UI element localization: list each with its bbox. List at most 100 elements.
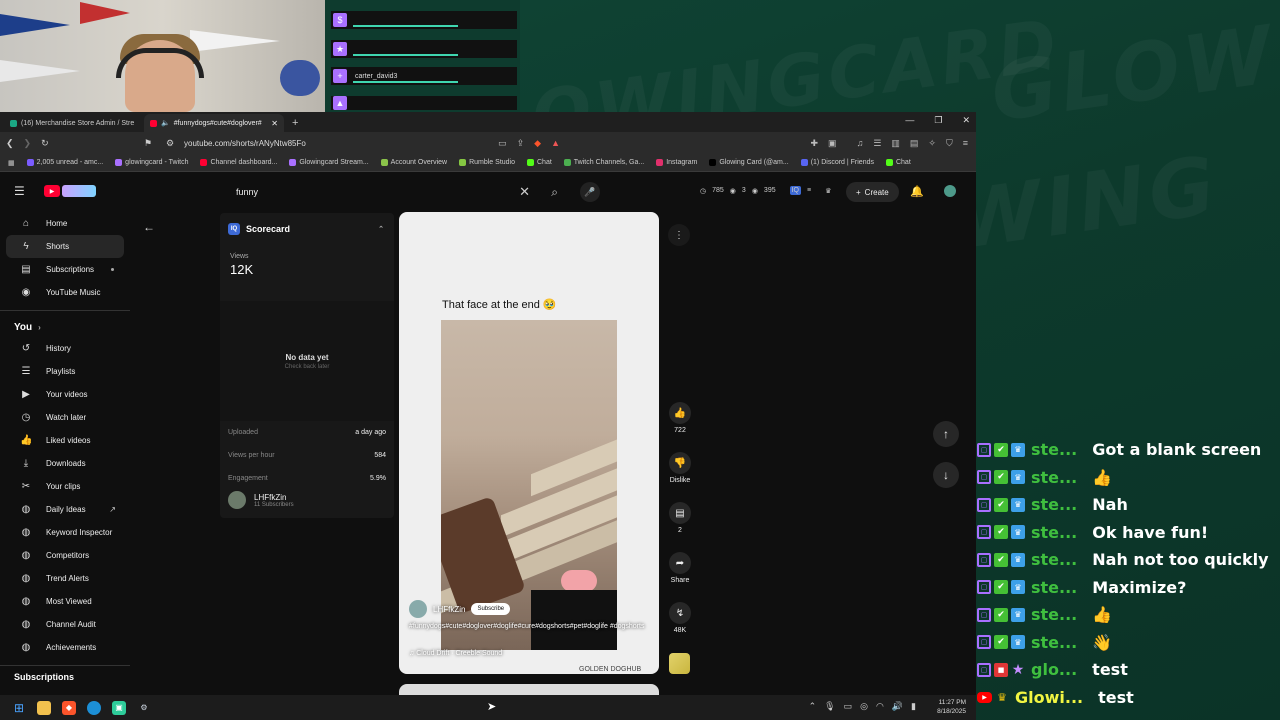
search-input[interactable]: funny xyxy=(236,187,258,197)
shield-icon[interactable]: ⛉ xyxy=(946,138,953,149)
bookmark-item[interactable]: Rumble Studio xyxy=(459,159,515,166)
thumbs-down-icon[interactable]: 👎 xyxy=(669,452,691,474)
sidebar-item-achievements[interactable]: ◍ Achievements xyxy=(6,636,124,659)
comment-icon[interactable]: ▤ xyxy=(669,502,691,524)
previous-video-button[interactable]: ↑ xyxy=(933,421,959,447)
clear-search-icon[interactable]: ✕ xyxy=(519,184,530,200)
bookmark-icon[interactable]: ⚑ xyxy=(144,138,152,149)
vpn-icon[interactable]: ✧ xyxy=(928,138,936,149)
tray-app-icon[interactable]: ◎ xyxy=(860,701,868,712)
share-arrow-icon[interactable]: ➦ xyxy=(669,552,691,574)
channel-avatar[interactable] xyxy=(409,600,427,618)
notifications-bell-icon[interactable]: 🔔 xyxy=(910,185,924,198)
sidebar-item-youtube-music[interactable]: ◉ YouTube Music xyxy=(6,281,124,304)
sidebar-you-heading[interactable]: You › xyxy=(0,317,130,337)
sidebar-item-competitors[interactable]: ◍ Competitors xyxy=(6,544,124,567)
sidebar-item-your-clips[interactable]: ✂ Your clips xyxy=(6,475,124,498)
back-icon[interactable]: ❮ xyxy=(6,138,14,149)
account-avatar[interactable] xyxy=(944,185,956,197)
tray-app-icon[interactable]: ▭ xyxy=(844,701,853,712)
search-icon[interactable]: ⌕ xyxy=(551,185,558,200)
sidebar-item-your-videos[interactable]: ▶ Your videos xyxy=(6,383,124,406)
steam-icon[interactable]: ⚙ xyxy=(137,701,151,715)
bookmark-item[interactable]: Account Overview xyxy=(380,159,447,166)
bookmark-item[interactable]: Channel dashboard... xyxy=(200,159,277,166)
extension-icon[interactable]: ▣ xyxy=(828,138,837,149)
vidiq-icon[interactable]: IQ xyxy=(789,186,801,195)
share-action[interactable]: ➦ Share xyxy=(664,552,696,584)
brave-rewards-icon[interactable]: ▲ xyxy=(551,138,560,149)
bookmark-item[interactable]: Twitch Channels, Ga... xyxy=(563,159,644,166)
bookmark-item[interactable]: Glowingcard Stream... xyxy=(289,159,369,166)
new-tab-button[interactable]: + xyxy=(284,117,306,132)
microphone-icon[interactable]: 🎙 xyxy=(824,701,835,712)
comments-action[interactable]: ▤ 2 xyxy=(664,502,696,534)
sidebar-item-channel-audit[interactable]: ◍ Channel Audit xyxy=(6,613,124,636)
volume-icon[interactable]: 🔊 xyxy=(892,701,903,712)
scorecard-header[interactable]: IQ Scorecard ⌃ xyxy=(220,213,394,245)
sidebar-icon[interactable]: ▥ xyxy=(891,138,900,149)
bookmark-item[interactable]: glowingcard - Twitch xyxy=(115,159,188,166)
close-window-icon[interactable]: ✕ xyxy=(962,115,970,126)
remix-action[interactable]: ↯ 48K xyxy=(664,602,696,634)
tab-close-icon[interactable]: ✕ xyxy=(271,119,278,128)
share-icon[interactable]: ⇪ xyxy=(517,138,525,149)
video-hashtags[interactable]: #funnydogs#cute#doglover#doglife#cure#do… xyxy=(409,622,649,632)
media-icon[interactable]: ♫ xyxy=(857,138,864,149)
channel-name[interactable]: LHFfkZin xyxy=(433,605,465,614)
chevron-up-icon[interactable]: ⌃ xyxy=(809,701,817,712)
wallet-icon[interactable]: ▤ xyxy=(910,138,919,149)
bookmark-item[interactable]: Chat xyxy=(885,159,911,166)
file-explorer-icon[interactable] xyxy=(37,700,51,715)
edge-browser-icon[interactable] xyxy=(87,700,101,715)
reading-list-icon[interactable]: ☰ xyxy=(873,138,881,149)
bookmark-item[interactable]: Chat xyxy=(527,159,552,166)
tab-merch-store[interactable]: (16) Merchandise Store Admin / Stre xyxy=(4,114,144,132)
sidebar-item-most-viewed[interactable]: ◍ Most Viewed xyxy=(6,590,124,613)
trophy-icon[interactable]: ♛ xyxy=(825,187,831,195)
dislike-action[interactable]: 👎 Dislike xyxy=(664,452,696,484)
cast-icon[interactable]: ▭ xyxy=(498,138,507,149)
reload-icon[interactable]: ↻ xyxy=(41,138,49,149)
sidebar-item-daily-ideas[interactable]: ◍ Daily Ideas ↗ xyxy=(6,498,124,521)
minimize-icon[interactable]: — xyxy=(905,115,914,126)
address-bar[interactable]: ⚑ ⚙ youtube.com/shorts/rANyNtw85Fo ▭ ⇪ ◆… xyxy=(140,135,770,151)
brave-browser-icon[interactable]: ◆ xyxy=(62,700,76,715)
sidebar-item-trend-alerts[interactable]: ◍ Trend Alerts xyxy=(6,567,124,590)
sound-thumbnail[interactable] xyxy=(669,653,690,674)
sidebar-item-history[interactable]: ↺ History xyxy=(6,337,124,360)
scorecard-channel[interactable]: LHFfkZin 11 Subscribers xyxy=(228,491,294,509)
menu-icon[interactable]: ≡ xyxy=(963,138,968,149)
list-icon[interactable]: ≡ xyxy=(807,187,811,194)
chevron-up-icon[interactable]: ⌃ xyxy=(378,225,384,233)
bookmark-item[interactable]: 2,005 unread - amc... xyxy=(26,159,103,166)
sidebar-item-shorts[interactable]: ϟ Shorts xyxy=(6,235,124,258)
wifi-icon[interactable]: ◠ xyxy=(876,701,884,712)
extension-icon[interactable]: ✚ xyxy=(811,138,819,149)
streaming-app-icon[interactable]: ▣ xyxy=(112,700,126,715)
forward-icon[interactable]: ❯ xyxy=(24,138,32,149)
like-action[interactable]: 👍 722 xyxy=(664,402,696,434)
bookmark-item[interactable]: (1) Discord | Friends xyxy=(800,159,874,166)
thumbs-up-icon[interactable]: 👍 xyxy=(669,402,691,424)
search-box[interactable]: funny ✕ ⌕ xyxy=(226,180,566,204)
tab-youtube-short[interactable]: 🔈 #funnydogs#cute#doglover# ✕ xyxy=(144,114,284,132)
sidebar-item-liked-videos[interactable]: 👍 Liked videos xyxy=(6,429,124,452)
create-button[interactable]: + Create xyxy=(846,182,899,202)
brave-shield-icon[interactable]: ◆ xyxy=(534,138,541,149)
voice-search-icon[interactable]: 🎤 xyxy=(580,182,600,202)
windows-start-icon[interactable]: ⊞ xyxy=(12,701,26,715)
hamburger-menu-icon[interactable]: ☰ xyxy=(14,184,25,198)
sidebar-item-keyword-inspector[interactable]: ◍ Keyword Inspector xyxy=(6,521,124,544)
site-info-icon[interactable]: ⚙ xyxy=(166,138,174,149)
back-arrow-icon[interactable]: ← xyxy=(143,220,155,234)
bookmark-item[interactable]: Glowing Card (@am... xyxy=(709,159,789,166)
maximize-icon[interactable]: ❐ xyxy=(934,115,942,126)
remix-icon[interactable]: ↯ xyxy=(669,602,691,624)
sidebar-item-home[interactable]: ⌂ Home xyxy=(6,212,124,235)
apps-icon[interactable]: ▦ xyxy=(8,159,15,167)
sidebar-item-downloads[interactable]: ⤓ Downloads xyxy=(6,452,124,475)
sidebar-item-watch-later[interactable]: ◷ Watch later xyxy=(6,406,124,429)
battery-icon[interactable]: ▮ xyxy=(911,701,916,712)
sidebar-item-playlists[interactable]: ☰ Playlists xyxy=(6,360,124,383)
